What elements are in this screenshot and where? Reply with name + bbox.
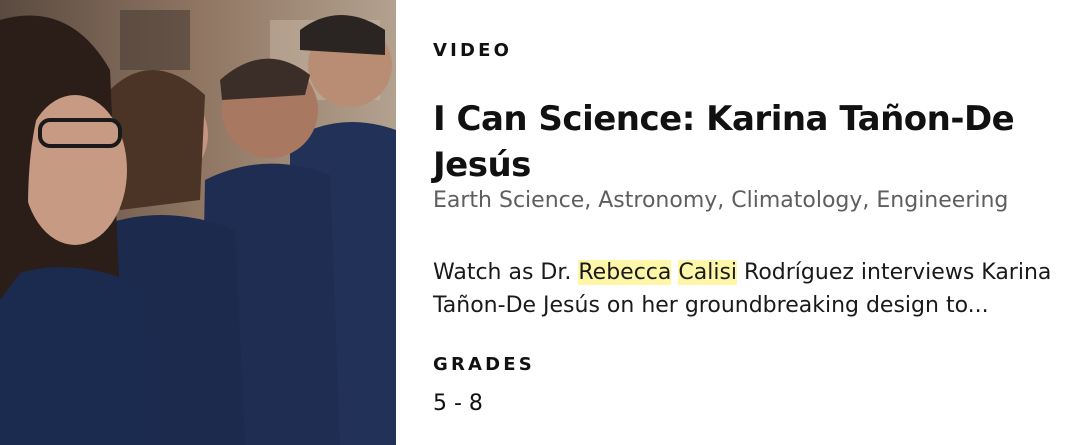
search-highlight: Rebecca [578, 260, 672, 285]
thumbnail-illustration [0, 0, 396, 445]
video-thumbnail[interactable] [0, 0, 396, 445]
grades-value: 5 - 8 [433, 391, 483, 416]
grades-label: GRADES [433, 354, 535, 375]
card-title-link[interactable]: I Can Science: Karina Tañon-De Jesús [433, 96, 1033, 188]
resource-card[interactable]: VIDEO I Can Science: Karina Tañon-De Jes… [0, 0, 1082, 445]
subjects-list: Earth Science, Astronomy, Climatology, E… [433, 188, 1009, 213]
search-highlight: Calisi [678, 260, 738, 285]
description-text-start: Watch as Dr. [433, 260, 579, 285]
card-description: Watch as Dr. Rebecca Calisi Rodríguez in… [433, 256, 1053, 322]
content-type-label: VIDEO [433, 40, 513, 61]
card-content: VIDEO I Can Science: Karina Tañon-De Jes… [433, 0, 1082, 445]
